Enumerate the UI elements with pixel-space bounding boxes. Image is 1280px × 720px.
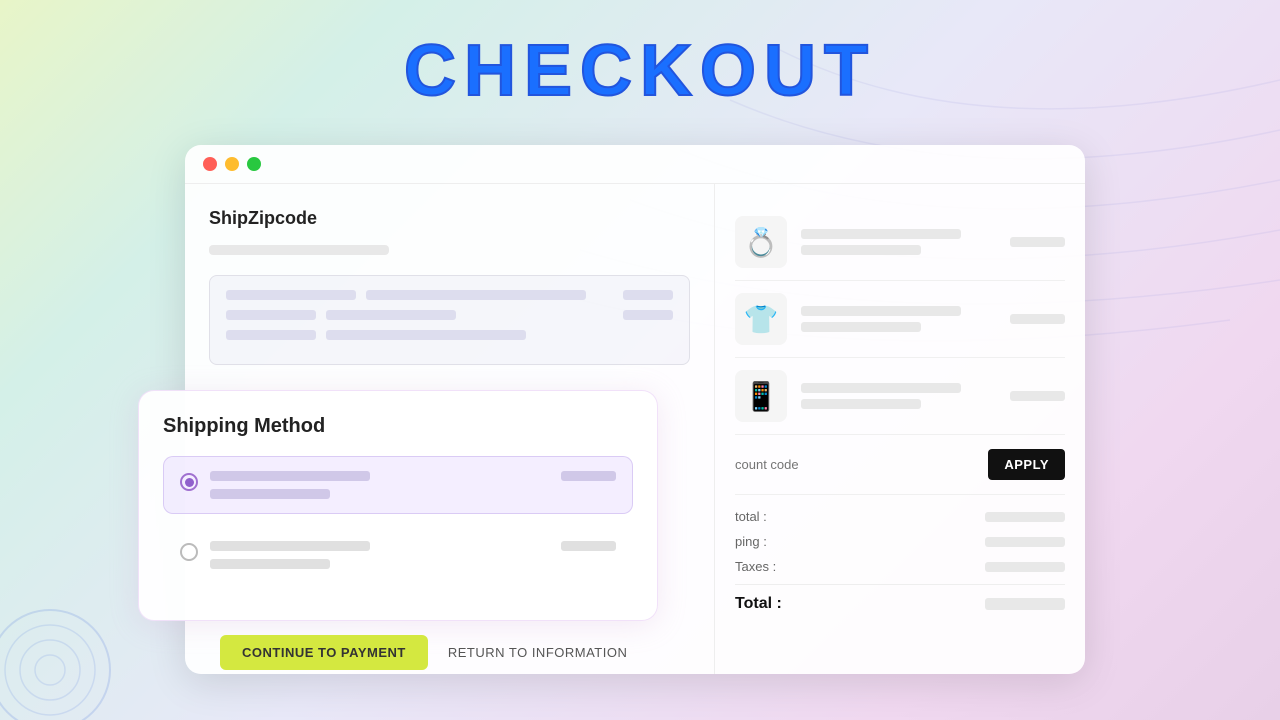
item-price-shirt: [1010, 314, 1065, 324]
form-field: [226, 290, 356, 300]
ship-section: ShipZipcode: [209, 208, 690, 255]
form-field: [326, 310, 456, 320]
ship-skeleton: [209, 245, 389, 255]
shipping-name-skeleton: [210, 471, 370, 481]
shipping-option-2[interactable]: [163, 526, 633, 584]
right-panel: 💍 👕: [715, 184, 1085, 674]
item-desc-skeleton: [801, 399, 921, 409]
minimize-button[interactable]: [225, 157, 239, 171]
shipping-option-1[interactable]: [163, 456, 633, 514]
radio-empty[interactable]: [180, 543, 198, 561]
discount-input[interactable]: [735, 457, 978, 472]
shipping-value: [985, 537, 1065, 547]
item-name-skeleton: [801, 306, 961, 316]
item-desc-skeleton: [801, 245, 921, 255]
window-chrome: [185, 145, 1085, 184]
footer-buttons: CONTINUE TO PAYMENT RETURN TO INFORMATIO…: [220, 635, 627, 670]
form-field: [623, 310, 673, 320]
item-image-shirt: 👕: [735, 293, 787, 345]
shipping-option-2-content: [210, 541, 616, 569]
item-details-ring: [801, 229, 996, 255]
form-section: [209, 275, 690, 365]
shipping-method-panel: Shipping Method: [138, 390, 658, 621]
form-field: [366, 290, 586, 300]
order-item-ring: 💍: [735, 204, 1065, 281]
shipping-price-skeleton: [561, 471, 616, 481]
page-title: CHECKOUT: [404, 30, 876, 112]
order-item-phone: 📱: [735, 358, 1065, 435]
subtotal-value: [985, 512, 1065, 522]
form-field: [226, 330, 316, 340]
taxes-row: Taxes :: [735, 559, 1065, 574]
shipping-option-1-content: [210, 471, 616, 499]
total-final-value: [985, 598, 1065, 610]
item-name-skeleton: [801, 383, 961, 393]
continue-to-payment-button[interactable]: CONTINUE TO PAYMENT: [220, 635, 428, 670]
apply-discount-button[interactable]: APPLY: [988, 449, 1065, 480]
form-field: [226, 310, 316, 320]
close-button[interactable]: [203, 157, 217, 171]
return-to-information-button[interactable]: RETURN TO INFORMATION: [448, 645, 628, 660]
maximize-button[interactable]: [247, 157, 261, 171]
order-item-shirt: 👕: [735, 281, 1065, 358]
item-image-ring: 💍: [735, 216, 787, 268]
item-name-skeleton: [801, 229, 961, 239]
form-field: [326, 330, 526, 340]
taxes-label: Taxes :: [735, 559, 776, 574]
taxes-value: [985, 562, 1065, 572]
subtotal-label: total :: [735, 509, 767, 524]
shipping-price-skeleton-2: [561, 541, 616, 551]
shipping-row: ping :: [735, 534, 1065, 549]
item-image-phone: 📱: [735, 370, 787, 422]
ship-zipcode-title: ShipZipcode: [209, 208, 690, 229]
radio-selected[interactable]: [180, 473, 198, 491]
shipping-sub-skeleton: [210, 489, 330, 499]
item-details-phone: [801, 383, 996, 409]
total-final-row: Total :: [735, 584, 1065, 613]
totals-section: total : ping : Taxes : Total :: [735, 495, 1065, 613]
shipping-label: ping :: [735, 534, 767, 549]
radio-inner: [185, 478, 194, 487]
shipping-method-title: Shipping Method: [163, 415, 633, 438]
discount-section: APPLY: [735, 435, 1065, 495]
form-field: [623, 290, 673, 300]
item-desc-skeleton: [801, 322, 921, 332]
subtotal-row: total :: [735, 509, 1065, 524]
item-details-shirt: [801, 306, 996, 332]
item-price-ring: [1010, 237, 1065, 247]
total-final-label: Total :: [735, 595, 782, 613]
shipping-sub-skeleton-2: [210, 559, 330, 569]
item-price-phone: [1010, 391, 1065, 401]
shipping-name-skeleton-2: [210, 541, 370, 551]
